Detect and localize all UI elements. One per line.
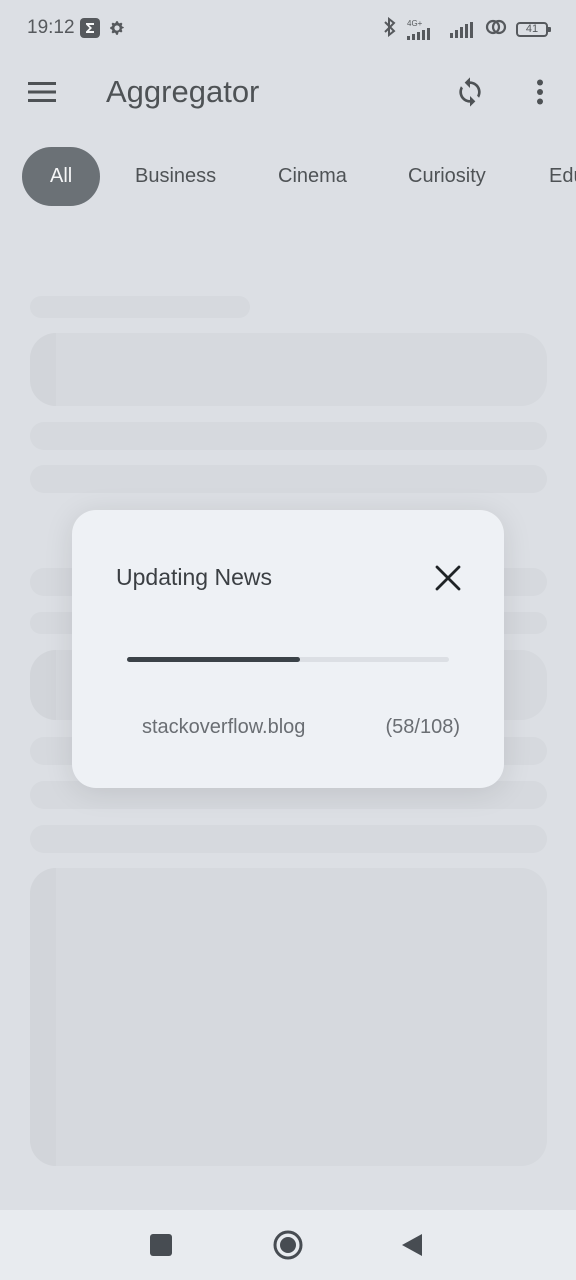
recents-button[interactable]	[141, 1225, 181, 1265]
system-nav-bar	[0, 1210, 576, 1280]
home-button[interactable]	[268, 1225, 308, 1265]
back-button[interactable]	[392, 1225, 432, 1265]
triangle-back-icon	[402, 1234, 422, 1256]
update-progress-bar	[127, 657, 449, 662]
square-icon	[150, 1234, 172, 1256]
source-count: (58/108)	[385, 716, 461, 738]
current-source: stackoverflow.blog	[142, 716, 306, 738]
circle-icon	[273, 1230, 303, 1260]
updating-news-dialog: Updating News stackoverflow.blog (58/108…	[72, 510, 504, 788]
close-button[interactable]	[428, 558, 468, 598]
dialog-title: Updating News	[116, 564, 272, 590]
update-progress-fill	[127, 657, 300, 662]
close-icon	[435, 565, 461, 591]
